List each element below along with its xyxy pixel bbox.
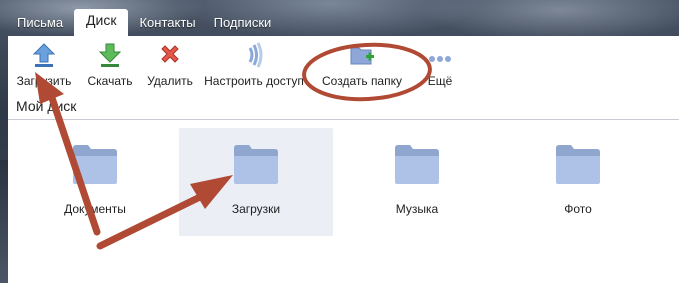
- arrow-to-downloads-annotation: [96, 175, 233, 250]
- create-folder-highlight-ellipse: [302, 42, 432, 102]
- arrow-to-upload-annotation: [35, 72, 101, 236]
- annotation-overlay: [35, 42, 432, 250]
